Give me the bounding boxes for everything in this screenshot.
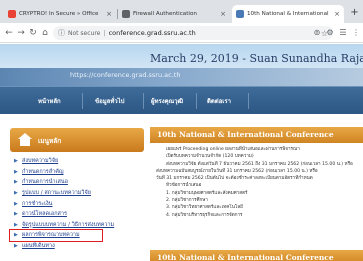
url-text[interactable]: conference.grad.ssru.ac.th bbox=[109, 29, 321, 37]
more-icon[interactable]: ⋮ bbox=[351, 28, 361, 38]
sidebar-item-format[interactable]: ▶ จัดรูปแบบบทความ / วิธีการส่งบทความ bbox=[10, 220, 144, 231]
body-line: เปิดรับบทความจำนวนจำกัด (120 บทความ) bbox=[166, 154, 254, 160]
body-line: วันที่ 31 มกราคม 2562 เป็นต้นไป จะต้องชำ… bbox=[156, 176, 313, 182]
close-icon[interactable]: × bbox=[220, 10, 226, 18]
info-icon[interactable]: ⓘ bbox=[58, 28, 65, 38]
home-icon bbox=[18, 133, 32, 147]
menu-icon[interactable]: ☰ bbox=[338, 28, 348, 38]
sidebar-item-payment[interactable]: ▶ การชำระเงิน bbox=[10, 198, 144, 209]
menu-divider bbox=[248, 93, 249, 109]
body-line: หัวข้อการนำเสนอ bbox=[166, 183, 202, 189]
settings-icon[interactable]: ⚙ bbox=[325, 28, 335, 38]
sidebar-item-label[interactable]: กำหนดการสำคัญ bbox=[22, 168, 64, 176]
sidebar-item-important-dates[interactable]: ▶ กำหนดการสำคัญ bbox=[10, 167, 144, 178]
sidebar-header: เมนูหลัก bbox=[10, 128, 144, 152]
body-line: ส่งบทความฉบับสมบูรณ์ภายในวันที่ 31 มกราค… bbox=[156, 168, 318, 174]
body-line: ส่งบทความวิจัย ตั้งแต่วันที่ 7 ธันวาคม 2… bbox=[166, 161, 353, 167]
arrow-right-icon: ▶ bbox=[14, 221, 18, 228]
sidebar-item-schedule[interactable]: ▶ กำหนดการนำเสนอ bbox=[10, 177, 144, 188]
arrow-right-icon: ▶ bbox=[14, 158, 18, 165]
browser-tab-bar: CRYPTRO! In Secure » Office × Firewall A… bbox=[0, 0, 363, 23]
arrow-right-icon: ▶ bbox=[14, 190, 18, 197]
conference-title-2: 10th National & International Conference bbox=[157, 253, 334, 261]
main-content: 10th National & International Conference… bbox=[150, 124, 363, 261]
tab-title: Firewall Authentication bbox=[133, 11, 197, 17]
sidebar-list: ▶ ส่งบทความวิจัย ▶ กำหนดการสำคัญ ▶ กำหนดการ… bbox=[9, 156, 144, 252]
body-line: 4. กลุ่มวิชาบริหารธุรกิจและการจัดการ bbox=[166, 212, 243, 218]
url-separator: | bbox=[103, 29, 106, 37]
menu-home[interactable]: หน้าหลัก bbox=[38, 96, 61, 106]
banner-title: March 29, 2019 - Suan Sunandha Rajabhat … bbox=[150, 52, 363, 65]
arrow-right-icon: ▶ bbox=[14, 211, 18, 218]
sidebar-item-label[interactable]: จัดรูปแบบบทความ / วิธีการส่งบทความ bbox=[22, 221, 114, 229]
site-url-strip: https://conference.grad.ssru.ac.th bbox=[0, 68, 363, 86]
tab-firewall[interactable]: Firewall Authentication × bbox=[118, 5, 230, 23]
conference-header: 10th National & International Conference bbox=[150, 127, 363, 143]
reload-icon[interactable]: ↻ bbox=[27, 27, 39, 39]
sidebar-item-submit-paper[interactable]: ▶ ส่งบทความวิจัย bbox=[10, 156, 144, 167]
menu-general-info[interactable]: ข้อมูลทั่วไป bbox=[95, 96, 125, 106]
browser-toolbar: ← → ↻ ⌂ ⓘ Not secure | conference.grad.s… bbox=[0, 23, 363, 43]
site-menu-bar: หน้าหลัก ข้อมูลทั่วไป ผู้ทรงคุณวุฒิ ติดต… bbox=[0, 86, 363, 114]
tab-title: 10th National & International bbox=[247, 11, 329, 17]
tab-title: CRYPTRO! In Secure » Office bbox=[19, 11, 99, 17]
body-line: 2. กลุ่มวิชาการศึกษา bbox=[166, 198, 208, 204]
favicon-icon bbox=[236, 10, 244, 18]
sidebar: เมนูหลัก ▶ ส่งบทความวิจัย ▶ กำหนดการสำคัญ … bbox=[9, 124, 144, 261]
address-bar[interactable]: ⓘ Not secure | conference.grad.ssru.ac.t… bbox=[53, 26, 333, 40]
tab-conference[interactable]: 10th National & International × bbox=[232, 5, 344, 23]
sidebar-item-label[interactable]: รูปแบบ / สถานะบทความวิจัย bbox=[22, 189, 91, 197]
security-label: Not secure bbox=[68, 29, 101, 37]
sidebar-item-label[interactable]: แผนที่เดินทาง bbox=[22, 242, 55, 250]
extension-icon[interactable]: ⊚ bbox=[312, 28, 322, 38]
sidebar-item-label[interactable]: ดาวน์โหลดเอกสาร bbox=[22, 210, 67, 218]
sidebar-item-download[interactable]: ▶ ดาวน์โหลดเอกสาร bbox=[10, 209, 144, 220]
body-line: 1. กลุ่มวิชามนุษยศาสตร์และสังคมศาสตร์ bbox=[166, 190, 248, 196]
menu-divider bbox=[143, 93, 144, 109]
home-icon[interactable]: ⌂ bbox=[39, 27, 51, 39]
body-line: เผยแพร่ Proceeding online ผลงานที่นำเสนอ… bbox=[166, 147, 300, 152]
sidebar-item-label[interactable]: ส่งบทความวิจัย bbox=[22, 157, 58, 165]
arrow-right-icon: ▶ bbox=[14, 200, 18, 207]
tab-cryptro[interactable]: CRYPTRO! In Secure » Office × bbox=[4, 5, 116, 23]
arrow-right-icon: ▶ bbox=[14, 179, 18, 186]
sidebar-item-label[interactable]: การชำระเงิน bbox=[22, 200, 52, 208]
conference-header-2: 10th National & International Conference bbox=[150, 250, 363, 261]
sidebar-item-map[interactable]: ▶ แผนที่เดินทาง bbox=[10, 241, 144, 252]
site-url: https://conference.grad.ssru.ac.th bbox=[70, 71, 181, 79]
conference-title: 10th National & International Conference bbox=[157, 130, 334, 139]
menu-contact[interactable]: ติดต่อเรา bbox=[207, 96, 231, 106]
menu-experts[interactable]: ผู้ทรงคุณวุฒิ bbox=[151, 96, 183, 106]
menu-divider bbox=[196, 93, 197, 109]
sidebar-item-paper-status[interactable]: ▶ รูปแบบ / สถานะบทความวิจัย bbox=[10, 188, 144, 199]
favicon-icon bbox=[122, 10, 130, 18]
body-line: 3. กลุ่มวิชาวิทยาศาสตร์และเทคโนโลยี bbox=[166, 205, 243, 211]
arrow-right-icon: ▶ bbox=[14, 243, 18, 250]
menu-divider bbox=[82, 93, 83, 109]
sidebar-heading: เมนูหลัก bbox=[38, 137, 62, 145]
arrow-right-icon: ▶ bbox=[14, 168, 18, 175]
arrow-right-icon: ▶ bbox=[14, 232, 18, 239]
sidebar-item-review-results[interactable]: ▶ ผลการพิจารณาบทความ bbox=[9, 229, 103, 242]
favicon-icon bbox=[8, 10, 16, 18]
back-icon[interactable]: ← bbox=[3, 27, 15, 39]
sidebar-item-label[interactable]: ผลการพิจารณาบทความ bbox=[22, 231, 80, 239]
sidebar-item-label[interactable]: กำหนดการนำเสนอ bbox=[22, 178, 68, 186]
close-icon[interactable]: × bbox=[106, 10, 112, 18]
new-tab-button[interactable]: + bbox=[348, 7, 361, 20]
close-icon[interactable]: × bbox=[334, 10, 340, 18]
conference-body: เผยแพร่ Proceeding online ผลงานที่นำเสนอ… bbox=[156, 146, 363, 219]
forward-icon[interactable]: → bbox=[15, 27, 27, 39]
